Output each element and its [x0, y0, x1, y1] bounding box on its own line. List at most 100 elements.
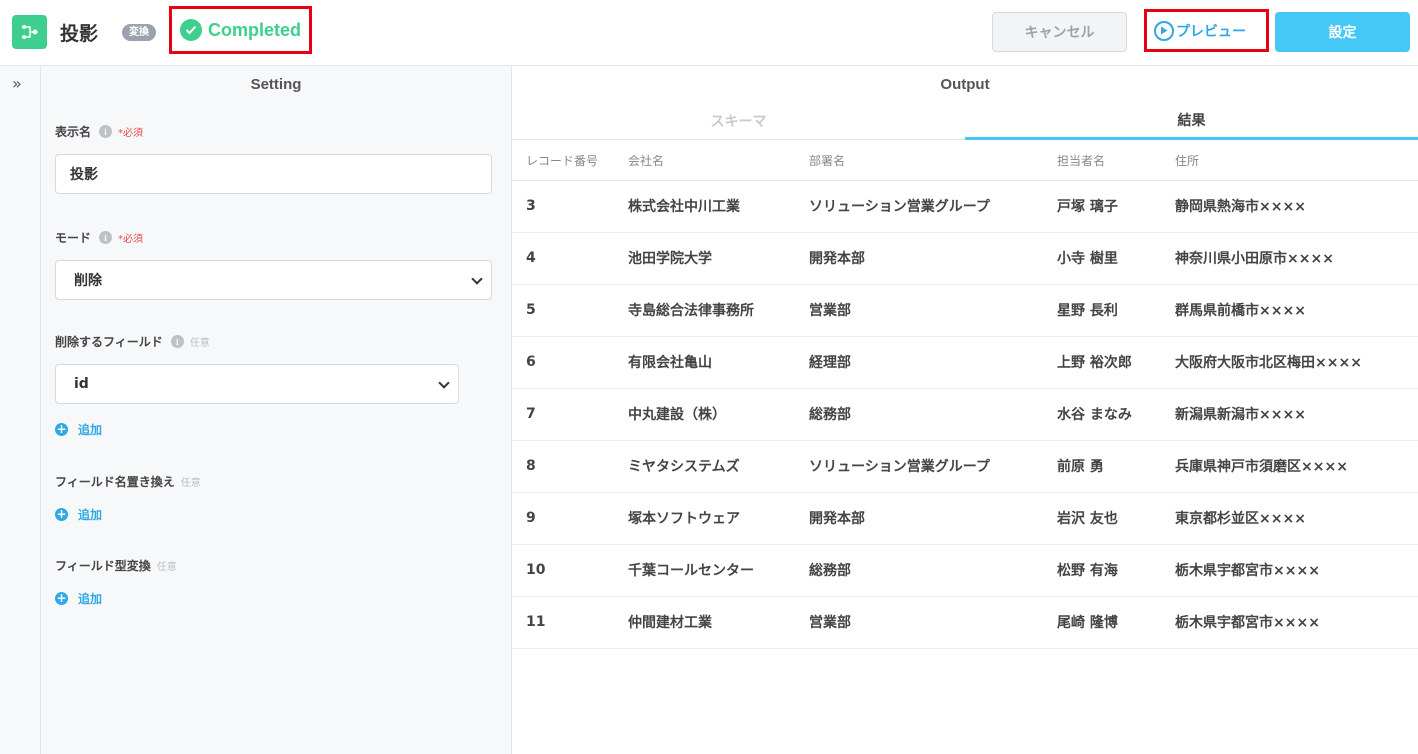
type-badge: 変換: [122, 24, 156, 41]
delete-fields-label: 削除するフィールド i 任意: [55, 333, 210, 350]
preview-label: プレビュー: [1176, 23, 1246, 40]
table-cell: 経理部: [809, 336, 1057, 389]
table-row: 3 株式会社中川工業 ソリューション営業グループ 戸塚 璃子 静岡県熱海市×××…: [512, 180, 1418, 233]
output-panel-title: Output: [940, 76, 990, 93]
table-row: 9 塚本ソフトウェア 開発本部 岩沢 友也 東京都杉並区××××: [512, 492, 1418, 545]
mode-select[interactable]: 削除: [55, 260, 492, 300]
table-cell: 神奈川県小田原市××××: [1175, 232, 1418, 285]
table-cell: 営業部: [809, 284, 1057, 337]
table-row: 4 池田学院大学 開発本部 小寺 樹里 神奈川県小田原市××××: [512, 232, 1418, 285]
check-circle-icon: [180, 19, 202, 41]
delete-fields-label-text: 削除するフィールド: [55, 335, 163, 349]
table-cell: 7: [512, 388, 628, 441]
optional-marker: 任意: [180, 478, 201, 489]
rename-fields-label-text: フィールド名置き換え: [55, 475, 175, 489]
plus-circle-icon: +: [55, 507, 68, 521]
status-indicator: Completed: [169, 6, 312, 54]
plus-circle-icon: +: [55, 591, 68, 605]
plus-circle-icon: +: [55, 422, 68, 436]
table-row: 7 中丸建設（株） 総務部 水谷 まなみ 新潟県新潟市××××: [512, 388, 1418, 441]
setting-panel-title: Setting: [250, 76, 302, 93]
table-row: 6 有限会社亀山 経理部 上野 裕次郎 大阪府大阪市北区梅田××××: [512, 336, 1418, 389]
table-cell: 池田学院大学: [628, 232, 809, 285]
rename-fields-label: フィールド名置き換え 任意: [55, 473, 201, 490]
tab-schema[interactable]: スキーマ: [512, 102, 965, 140]
column-header[interactable]: レコード番号: [512, 141, 628, 181]
display-name-label-text: 表示名: [55, 125, 92, 139]
table-cell: 星野 長利: [1057, 284, 1175, 337]
column-header[interactable]: 会社名: [628, 141, 809, 181]
settings-button[interactable]: 設定: [1275, 12, 1410, 52]
table-cell: 尾崎 隆博: [1057, 596, 1175, 649]
chevron-down-icon: [438, 377, 450, 389]
table-cell: 開発本部: [809, 232, 1057, 285]
table-cell: 新潟県新潟市××××: [1175, 388, 1418, 441]
column-header[interactable]: 住所: [1175, 141, 1418, 181]
table-header-row: レコード番号 会社名 部署名 担当者名 住所: [512, 141, 1418, 181]
delete-field-select[interactable]: id: [55, 364, 459, 404]
table-cell: 戸塚 璃子: [1057, 180, 1175, 233]
double-chevron-right-icon[interactable]: »: [12, 74, 22, 93]
add-label: 追加: [78, 592, 103, 606]
table-cell: 開発本部: [809, 492, 1057, 545]
table-cell: 小寺 樹里: [1057, 232, 1175, 285]
optional-marker: 任意: [189, 338, 210, 349]
flow-node-icon: [12, 15, 47, 49]
table-cell: 10: [512, 544, 628, 597]
table-cell: 栃木県宇都宮市××××: [1175, 544, 1418, 597]
status-text: Completed: [208, 19, 302, 40]
add-delete-field-button[interactable]: + 追加: [55, 421, 102, 438]
table-cell: 総務部: [809, 388, 1057, 441]
table-cell: 上野 裕次郎: [1057, 336, 1175, 389]
add-convert-field-button[interactable]: + 追加: [55, 590, 102, 607]
table-cell: 6: [512, 336, 628, 389]
cancel-button[interactable]: キャンセル: [992, 12, 1127, 52]
preview-button[interactable]: プレビュー: [1144, 9, 1269, 52]
table-cell: 栃木県宇都宮市××××: [1175, 596, 1418, 649]
table-row: 11 仲間建材工業 営業部 尾崎 隆博 栃木県宇都宮市××××: [512, 596, 1418, 649]
mode-label: モード i *必須: [55, 229, 143, 246]
table-row: 10 千葉コールセンター 総務部 松野 有海 栃木県宇都宮市××××: [512, 544, 1418, 597]
info-icon[interactable]: i: [170, 335, 184, 348]
add-label: 追加: [78, 508, 103, 522]
table-cell: 群馬県前橋市××××: [1175, 284, 1418, 337]
table-cell: 中丸建設（株）: [628, 388, 809, 441]
table-cell: 東京都杉並区××××: [1175, 492, 1418, 545]
mode-select-value: 削除: [74, 273, 102, 289]
table-cell: 有限会社亀山: [628, 336, 809, 389]
convert-fields-label: フィールド型変換 任意: [55, 557, 177, 574]
table-cell: 寺島総合法律事務所: [628, 284, 809, 337]
column-header[interactable]: 部署名: [809, 141, 1057, 181]
table-cell: 塚本ソフトウェア: [628, 492, 809, 545]
table-row: 5 寺島総合法律事務所 営業部 星野 長利 群馬県前橋市××××: [512, 284, 1418, 337]
column-header[interactable]: 担当者名: [1057, 141, 1175, 181]
chevron-down-icon: [471, 273, 483, 285]
table-cell: 営業部: [809, 596, 1057, 649]
output-panel: Output スキーマ 結果 レコード番号 会社名 部署名 担当者名 住所 3 …: [512, 66, 1418, 754]
display-name-input[interactable]: 投影: [55, 154, 492, 194]
required-marker: *必須: [118, 128, 144, 139]
table-cell: ソリューション営業グループ: [809, 440, 1057, 493]
table-cell: ミヤタシステムズ: [628, 440, 809, 493]
play-icon: [1154, 20, 1174, 41]
table-cell: 静岡県熱海市××××: [1175, 180, 1418, 233]
result-table: レコード番号 会社名 部署名 担当者名 住所 3 株式会社中川工業 ソリューショ…: [512, 141, 1418, 649]
convert-fields-label-text: フィールド型変換: [55, 559, 151, 573]
table-cell: 5: [512, 284, 628, 337]
required-marker: *必須: [118, 234, 144, 245]
table-cell: 千葉コールセンター: [628, 544, 809, 597]
table-cell: 前原 勇: [1057, 440, 1175, 493]
table-cell: 大阪府大阪市北区梅田××××: [1175, 336, 1418, 389]
add-label: 追加: [78, 423, 103, 437]
table-cell: 株式会社中川工業: [628, 180, 809, 233]
table-cell: 9: [512, 492, 628, 545]
page-title: 投影: [60, 23, 99, 45]
collapse-rail: »: [0, 66, 41, 754]
table-cell: 兵庫県神戸市須磨区××××: [1175, 440, 1418, 493]
table-cell: 水谷 まなみ: [1057, 388, 1175, 441]
info-icon[interactable]: i: [99, 231, 113, 244]
add-rename-field-button[interactable]: + 追加: [55, 506, 102, 523]
tab-result[interactable]: 結果: [965, 102, 1418, 140]
info-icon[interactable]: i: [99, 125, 113, 138]
header: 投影 変換 Completed キャンセル プレビュー 設定: [0, 0, 1418, 66]
